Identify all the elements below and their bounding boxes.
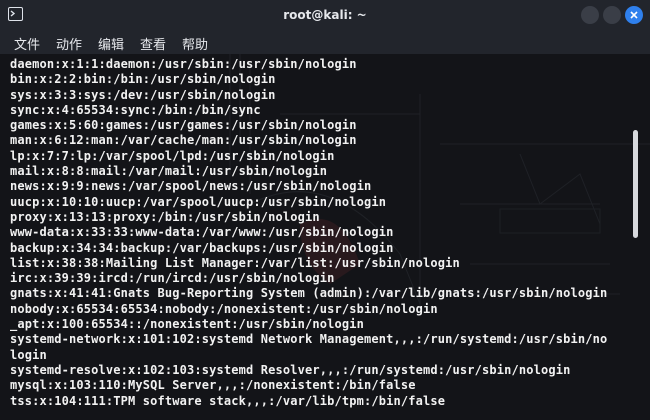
terminal-line: _apt:x:100:65534::/nonexistent:/usr/sbin… <box>10 317 364 332</box>
scrollbar-thumb[interactable] <box>633 130 638 238</box>
menu-edit[interactable]: 编辑 <box>98 34 124 53</box>
terminal-line: sync:x:4:65534:sync:/bin:/bin/sync <box>10 102 261 117</box>
close-icon <box>630 11 638 19</box>
menu-bar: 文件 动作 编辑 查看 帮助 <box>0 30 650 54</box>
terminal-line: news:x:9:9:news:/var/spool/news:/usr/sbi… <box>10 179 372 194</box>
terminal-line: man:x:6:12:man:/var/cache/man:/usr/sbin/… <box>10 133 357 148</box>
terminal-line: irc:x:39:39:ircd:/run/ircd:/usr/sbin/nol… <box>10 271 335 286</box>
terminal-line: proxy:x:13:13:proxy:/bin:/usr/sbin/nolog… <box>10 209 320 224</box>
terminal-line: tss:x:104:111:TPM software stack,,,:/var… <box>10 393 446 408</box>
menu-action[interactable]: 动作 <box>56 34 82 53</box>
menu-view[interactable]: 查看 <box>140 34 166 53</box>
terminal-line: games:x:5:60:games:/usr/games:/usr/sbin/… <box>10 118 357 133</box>
menu-help[interactable]: 帮助 <box>182 34 208 53</box>
terminal-line: nobody:x:65534:65534:nobody:/nonexistent… <box>10 301 438 316</box>
terminal-line: lp:x:7:7:lp:/var/spool/lpd:/usr/sbin/nol… <box>10 148 335 163</box>
terminal-line: list:x:38:38:Mailing List Manager:/var/l… <box>10 255 460 270</box>
terminal-lines: daemon:x:1:1:daemon:/usr/sbin:/usr/sbin/… <box>10 57 630 409</box>
terminal-line: systemd-resolve:x:102:103:systemd Resolv… <box>10 362 571 377</box>
close-button[interactable] <box>625 6 643 24</box>
terminal-line: bin:x:2:2:bin:/bin:/usr/sbin/nologin <box>10 72 276 87</box>
terminal-line: gnats:x:41:41:Gnats Bug-Reporting System… <box>10 286 608 301</box>
minimize-button[interactable] <box>581 6 599 24</box>
menu-file[interactable]: 文件 <box>14 34 40 53</box>
terminal-line: uucp:x:10:10:uucp:/var/spool/uucp:/usr/s… <box>10 194 387 209</box>
terminal-line: backup:x:34:34:backup:/var/backups:/usr/… <box>10 240 394 255</box>
terminal-line: mysql:x:103:110:MySQL Server,,,:/nonexis… <box>10 378 416 393</box>
window-title: root@kali: ~ <box>283 8 367 22</box>
terminal-line: mail:x:8:8:mail:/var/mail:/usr/sbin/nolo… <box>10 164 328 179</box>
terminal-window: root@kali: ~ 文件 动作 编辑 查看 帮助 daemon:x:1:1… <box>0 0 650 420</box>
title-bar[interactable]: root@kali: ~ <box>0 0 650 30</box>
terminal-line: login <box>10 347 47 362</box>
terminal-line: www-data:x:33:33:www-data:/var/www:/usr/… <box>10 225 394 240</box>
terminal-line: systemd-network:x:101:102:systemd Networ… <box>10 332 608 347</box>
terminal-line: sys:x:3:3:sys:/dev:/usr/sbin/nologin <box>10 87 276 102</box>
terminal-output[interactable]: daemon:x:1:1:daemon:/usr/sbin:/usr/sbin/… <box>0 54 650 420</box>
terminal-line: daemon:x:1:1:daemon:/usr/sbin:/usr/sbin/… <box>10 57 357 71</box>
maximize-button[interactable] <box>603 6 621 24</box>
